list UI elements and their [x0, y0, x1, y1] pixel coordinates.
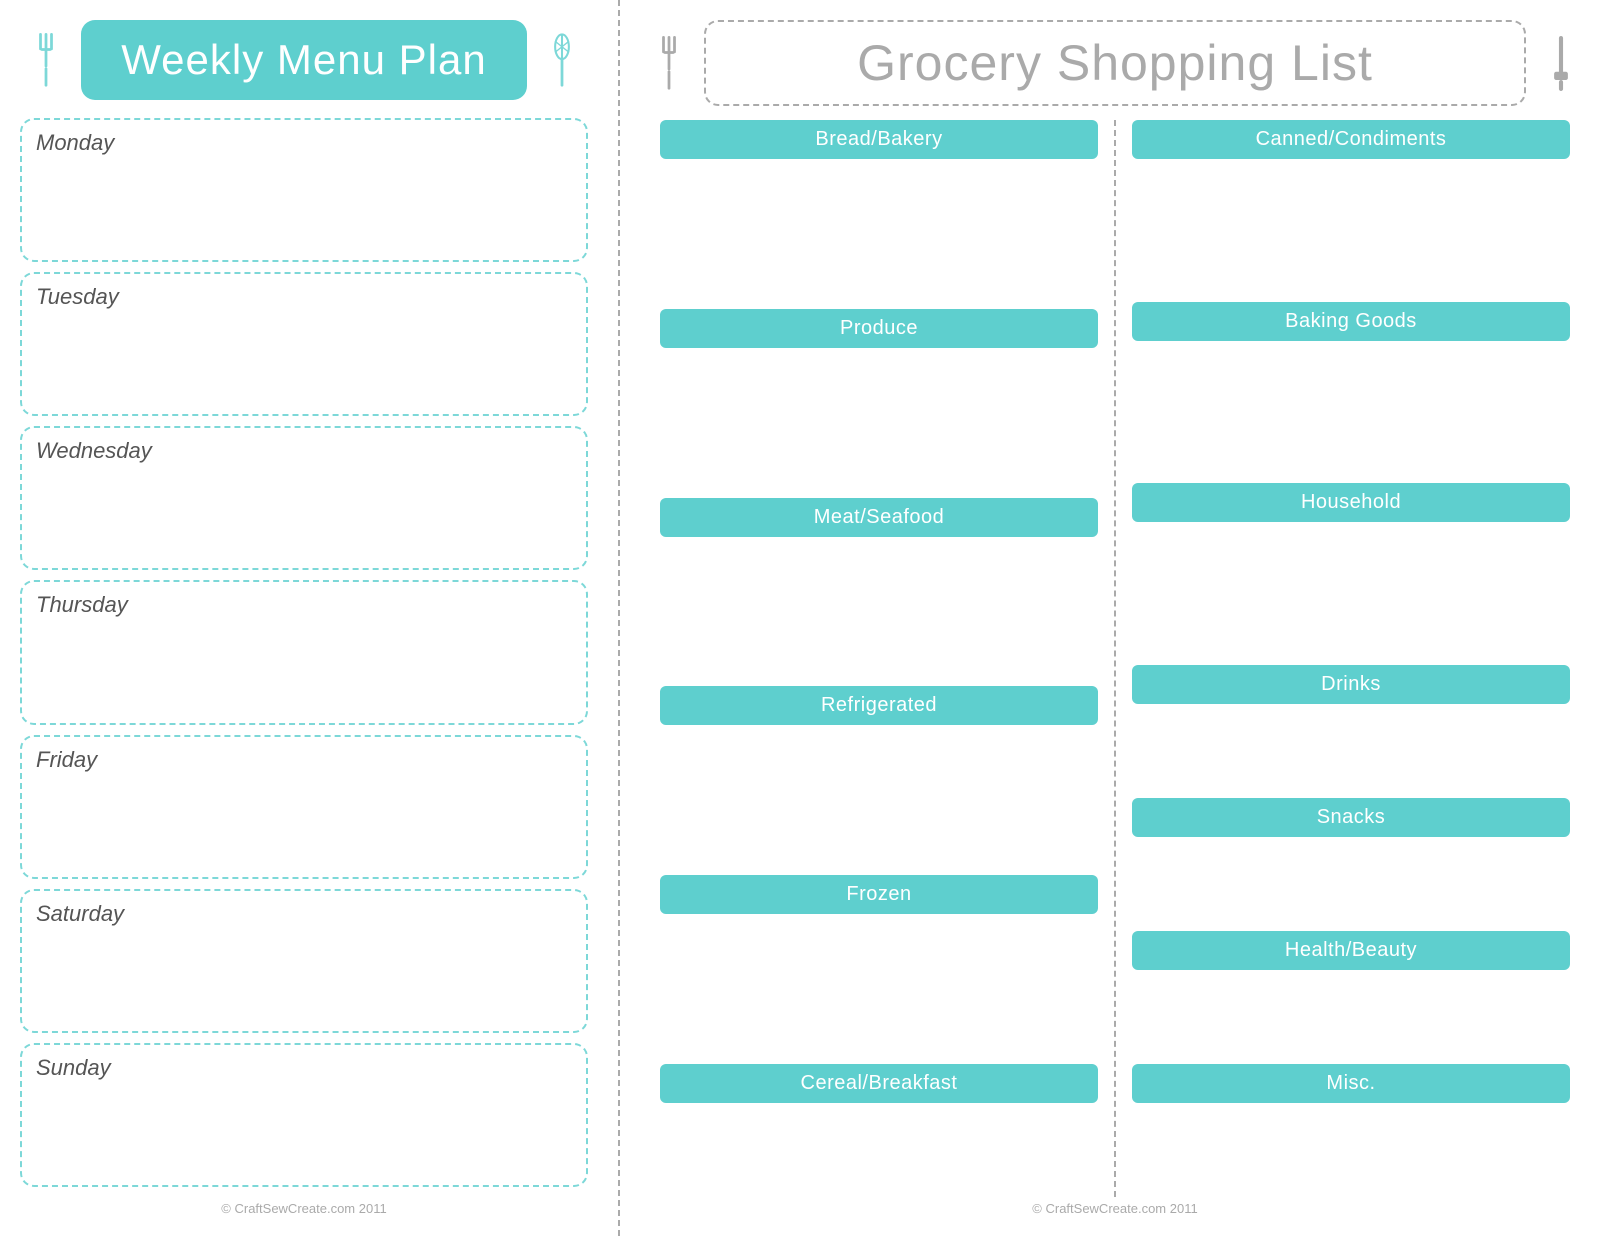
health-space [1132, 974, 1570, 1064]
drinks-label: Drinks [1132, 665, 1570, 704]
menu-plan-panel: Weekly Menu Plan Monday Tuesday Wednesda… [0, 0, 620, 1236]
sunday-box[interactable]: Sunday [20, 1043, 588, 1187]
fork-grocery-icon [650, 36, 688, 91]
frozen-label: Frozen [660, 875, 1098, 914]
baking-goods-label: Baking Goods [1132, 302, 1570, 341]
grocery-list-panel: Grocery Shopping List Bread/Bakery Produ… [620, 0, 1600, 1236]
spatula-grocery-icon [1542, 36, 1580, 91]
grocery-right-col: Canned/Condiments Baking Goods Household… [1116, 120, 1580, 1197]
menu-plan-title-box: Weekly Menu Plan [81, 20, 526, 100]
friday-box[interactable]: Friday [20, 735, 588, 879]
bread-bakery-space [660, 163, 1098, 309]
grocery-left-col: Bread/Bakery Produce Meat/Seafood Refrig… [650, 120, 1116, 1197]
monday-label: Monday [36, 130, 114, 155]
friday-label: Friday [36, 747, 97, 772]
grocery-columns: Bread/Bakery Produce Meat/Seafood Refrig… [650, 120, 1580, 1197]
thursday-box[interactable]: Thursday [20, 580, 588, 724]
produce-space [660, 352, 1098, 498]
left-copyright: © CraftSewCreate.com 2011 [20, 1201, 588, 1216]
saturday-label: Saturday [36, 901, 124, 926]
bread-bakery-label: Bread/Bakery [660, 120, 1098, 159]
canned-space [1132, 163, 1570, 302]
misc-label: Misc. [1132, 1064, 1570, 1103]
household-space [1132, 526, 1570, 665]
grocery-title-box: Grocery Shopping List [704, 20, 1526, 106]
canned-condiments-label: Canned/Condiments [1132, 120, 1570, 159]
refrigerated-label: Refrigerated [660, 686, 1098, 725]
menu-plan-header: Weekly Menu Plan [20, 20, 588, 100]
household-label: Household [1132, 483, 1570, 522]
snacks-label: Snacks [1132, 798, 1570, 837]
saturday-box[interactable]: Saturday [20, 889, 588, 1033]
sunday-label: Sunday [36, 1055, 111, 1080]
meat-seafood-space [660, 541, 1098, 687]
health-beauty-label: Health/Beauty [1132, 931, 1570, 970]
meat-seafood-label: Meat/Seafood [660, 498, 1098, 537]
produce-label: Produce [660, 309, 1098, 348]
misc-space [1132, 1107, 1570, 1197]
grocery-header: Grocery Shopping List [650, 20, 1580, 106]
fork-left-icon [27, 33, 65, 88]
whisk-right-icon [543, 33, 581, 88]
refrigerated-space [660, 729, 1098, 875]
menu-plan-title: Weekly Menu Plan [121, 36, 486, 84]
thursday-label: Thursday [36, 592, 128, 617]
tuesday-label: Tuesday [36, 284, 119, 309]
cereal-space [660, 1107, 1098, 1197]
wednesday-label: Wednesday [36, 438, 152, 463]
baking-space [1132, 345, 1570, 484]
wednesday-box[interactable]: Wednesday [20, 426, 588, 570]
cereal-breakfast-label: Cereal/Breakfast [660, 1064, 1098, 1103]
frozen-space [660, 918, 1098, 1064]
drinks-space [1132, 708, 1570, 798]
tuesday-box[interactable]: Tuesday [20, 272, 588, 416]
monday-box[interactable]: Monday [20, 118, 588, 262]
right-copyright: © CraftSewCreate.com 2011 [650, 1201, 1580, 1216]
grocery-title: Grocery Shopping List [857, 34, 1373, 92]
snacks-space [1132, 841, 1570, 931]
